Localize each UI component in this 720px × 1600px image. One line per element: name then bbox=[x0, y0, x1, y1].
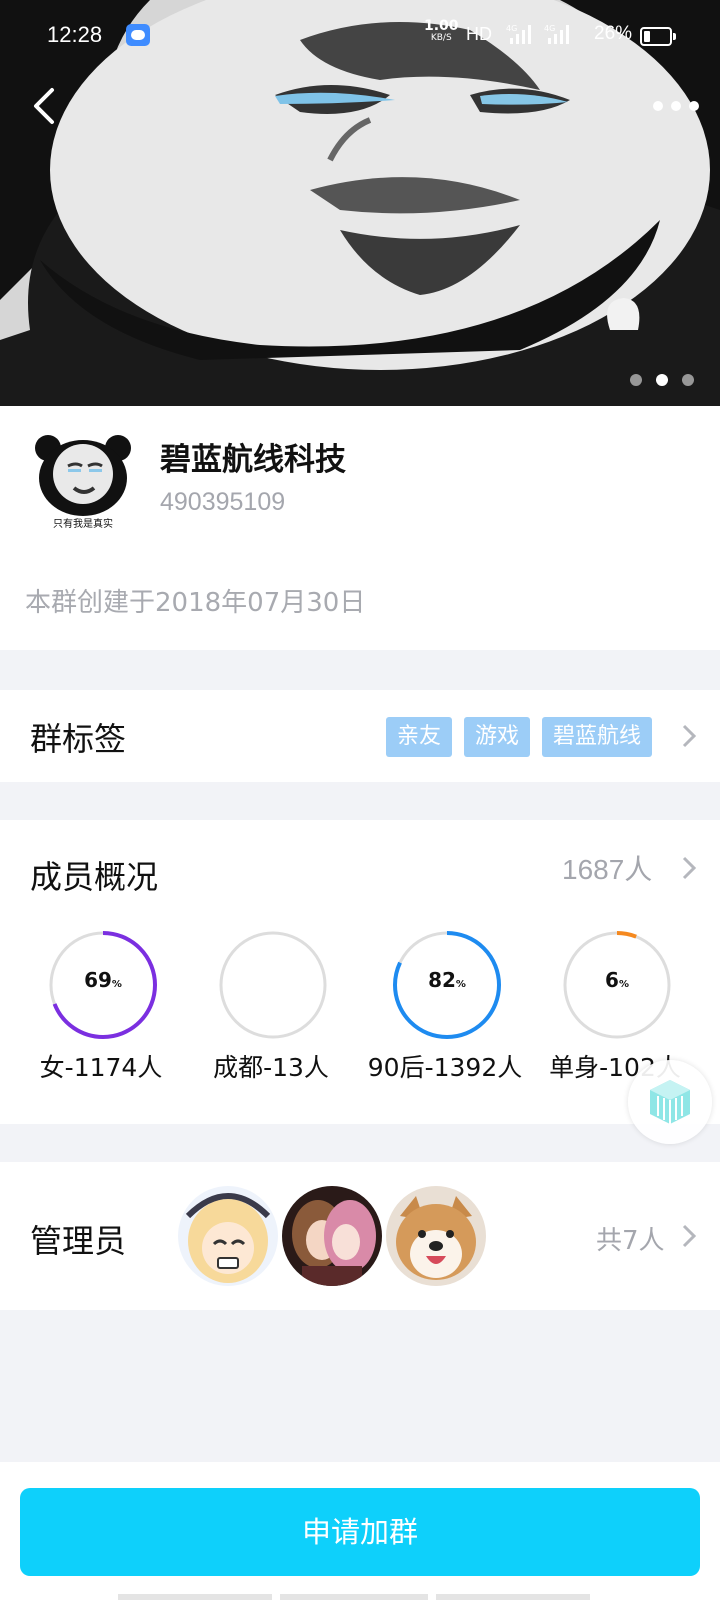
tag-chip: 碧蓝航线 bbox=[542, 717, 653, 757]
tag-chip: 亲友 bbox=[386, 717, 453, 757]
stat-percent: 82% bbox=[392, 968, 502, 992]
chevron-right-icon bbox=[682, 1224, 697, 1248]
member-stat-age: 82% 90后-1392人 bbox=[360, 930, 530, 1100]
nav-hint-bar bbox=[118, 1594, 272, 1600]
group-avatar-image: 只有我是真实 bbox=[30, 426, 136, 532]
admins-row[interactable]: 管理员 共7人 bbox=[0, 1162, 720, 1310]
group-header: 只有我是真实 碧蓝航线科技 490395109 本群创建于2018年07月30日 bbox=[0, 406, 720, 650]
stat-label: 女-1174人 bbox=[39, 1053, 163, 1082]
stat-percent-value: 82 bbox=[428, 968, 456, 992]
chevron-right-icon bbox=[682, 856, 697, 880]
stat-label: 成都-13人 bbox=[213, 1053, 329, 1082]
admin-avatar-image bbox=[282, 1186, 382, 1286]
status-time: 12:28 bbox=[47, 22, 103, 47]
admins-title: 管理员 bbox=[30, 1222, 127, 1260]
group-avatar-caption: 只有我是真实 bbox=[53, 517, 113, 530]
signal-icon-2: 4G bbox=[544, 24, 569, 44]
group-name: 碧蓝航线科技 bbox=[160, 442, 346, 478]
network-rate: 1.00 KB/S bbox=[424, 19, 459, 44]
tag-chip: 游戏 bbox=[464, 717, 531, 757]
members-title: 成员概况 bbox=[30, 858, 159, 896]
stat-percent-sign: % bbox=[111, 979, 122, 990]
group-banner[interactable]: 12:28 1.00 KB/S HD 4G 4G 26% bbox=[0, 0, 720, 406]
group-avatar[interactable]: 只有我是真实 bbox=[30, 426, 136, 532]
back-icon[interactable] bbox=[24, 84, 68, 128]
battery-icon bbox=[640, 27, 676, 46]
stat-percent-sign: % bbox=[618, 979, 629, 990]
pager-dot[interactable] bbox=[682, 374, 694, 386]
battery-percent: 26% bbox=[594, 23, 633, 44]
pager-dot-active[interactable] bbox=[656, 374, 668, 386]
nav-hint-bar bbox=[280, 1594, 428, 1600]
admin-avatar-image bbox=[178, 1186, 278, 1286]
banner-meme-image bbox=[0, 0, 720, 406]
floating-cube-button[interactable] bbox=[628, 1060, 712, 1144]
banner-pager bbox=[0, 374, 720, 388]
admin-count: 共7人 bbox=[596, 1226, 665, 1256]
stat-percent: 6% bbox=[562, 968, 672, 992]
bottom-action-bar: 申请加群 bbox=[0, 1462, 720, 1600]
member-count: 1687人 bbox=[562, 854, 653, 885]
stat-percent-sign: % bbox=[455, 979, 466, 990]
stat-label: 90后-1392人 bbox=[367, 1053, 523, 1082]
join-group-button[interactable]: 申请加群 bbox=[20, 1488, 700, 1576]
nav-hint-bar bbox=[436, 1594, 590, 1600]
member-overview[interactable]: 成员概况 1687人 69% 女-1174人 成都-13人 82% 90后-13… bbox=[0, 820, 720, 1124]
group-tags-row[interactable]: 群标签 亲友 游戏 碧蓝航线 bbox=[0, 690, 720, 782]
admin-avatar-image bbox=[386, 1186, 486, 1286]
member-stat-gender: 69% 女-1174人 bbox=[16, 930, 186, 1100]
signal-label-2: 4G bbox=[544, 24, 555, 33]
stat-percent: 69% bbox=[48, 968, 158, 992]
admin-avatar[interactable] bbox=[282, 1186, 382, 1286]
member-stat-city: 成都-13人 bbox=[186, 930, 356, 1100]
stat-ring bbox=[219, 931, 327, 1039]
chevron-right-icon bbox=[682, 724, 697, 748]
signal-label-1: 4G bbox=[506, 24, 517, 33]
group-id: 490395109 bbox=[160, 488, 286, 516]
stat-percent-value: 69 bbox=[84, 968, 112, 992]
pager-dot[interactable] bbox=[630, 374, 642, 386]
more-icon[interactable] bbox=[650, 94, 702, 118]
signal-icon: 4G bbox=[506, 24, 531, 44]
chat-notification-icon bbox=[126, 24, 150, 46]
cube-icon bbox=[650, 1080, 690, 1124]
group-created-date: 本群创建于2018年07月30日 bbox=[25, 588, 366, 618]
admin-avatar[interactable] bbox=[386, 1186, 486, 1286]
status-bar: 12:28 1.00 KB/S HD 4G 4G 26% bbox=[0, 14, 720, 58]
hd-indicator: HD bbox=[466, 24, 492, 44]
admin-avatar[interactable] bbox=[178, 1186, 278, 1286]
tags-title: 群标签 bbox=[30, 720, 127, 758]
stat-percent-value: 6 bbox=[605, 968, 619, 992]
